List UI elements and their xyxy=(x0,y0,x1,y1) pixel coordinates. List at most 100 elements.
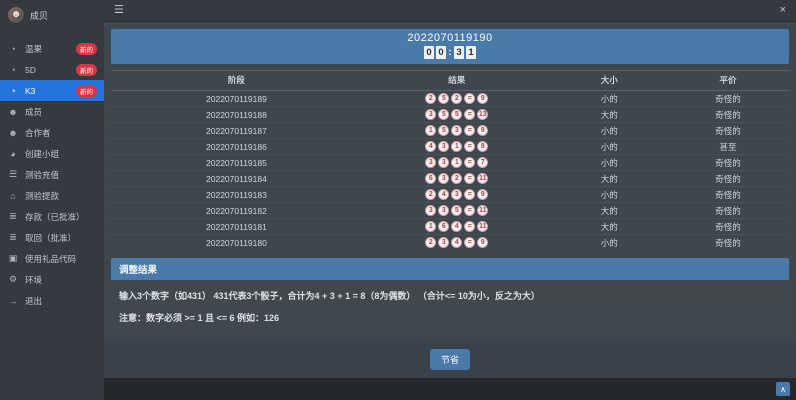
period-cell: 2022070119185 xyxy=(111,154,362,171)
period-cell: 2022070119182 xyxy=(111,202,362,219)
main-area: ☰ × 2022070119190 00:31 阶段 结果 大小 平价 2022… xyxy=(104,0,796,400)
equals-ball: = xyxy=(464,237,476,248)
sidebar-item-5[interactable]: ◕ 创建小组 xyxy=(0,143,104,164)
countdown-colon: : xyxy=(448,47,452,58)
countdown-digit: 3 xyxy=(454,46,464,59)
col-header-result: 结果 xyxy=(361,70,552,91)
sidebar-item-label: 5D xyxy=(25,64,36,75)
sidebar-item-label: 取回（批准） xyxy=(25,232,77,243)
results-table: 阶段 结果 大小 平价 2022070119189 2 5 2 = 9 小的 奇怪的 20220… xyxy=(111,70,789,250)
dice-ball: 9 xyxy=(477,189,489,200)
sidebar-item-9[interactable]: ≣ 取回（批准） xyxy=(0,227,104,248)
sidebar-item-7[interactable]: ⌂ 测验提款 xyxy=(0,185,104,206)
user-panel[interactable]: ☻ 成贝 xyxy=(0,0,104,32)
hamburger-icon[interactable]: ☰ xyxy=(114,5,124,16)
dice-ball: 2 xyxy=(425,189,437,200)
dice-ball: 8 xyxy=(477,141,489,152)
size-cell: 小的 xyxy=(600,93,618,104)
dice-ball: 1 xyxy=(425,125,437,136)
sidebar-item-label: 使用礼品代码 xyxy=(25,253,77,264)
result-row: 2022070119185 3 3 1 = 7 小的 奇怪的 xyxy=(111,154,789,171)
dice-ball: 11 xyxy=(477,173,489,184)
dice-ball: 11 xyxy=(477,205,489,216)
dice-result: 3 5 5 = 13 xyxy=(362,109,552,120)
period-cell: 2022070119180 xyxy=(111,234,362,250)
result-cell: 3 3 1 = 7 xyxy=(361,154,552,171)
parity-cell: 奇怪的 xyxy=(666,186,789,203)
period-cell: 2022070119184 xyxy=(111,170,362,187)
dice-ball: 5 xyxy=(438,93,450,104)
parity-cell: 奇怪的 xyxy=(666,218,789,235)
col-header-parity: 平价 xyxy=(666,70,789,91)
bars-icon: ☰ xyxy=(8,169,18,179)
period-cell: 2022070119187 xyxy=(111,122,362,139)
list-icon: ≣ xyxy=(9,232,17,242)
size-cell: 小的 xyxy=(551,186,667,203)
logout-icon: → xyxy=(8,295,18,306)
footer-bar: 节省 xyxy=(104,341,796,378)
dice-ball: 2 xyxy=(451,173,463,184)
dice-result: 3 3 5 = 11 xyxy=(362,205,552,216)
panel-body: 输入3个数字（如431） 431代表3个骰子，合计为4 + 3 + 1 = 8（… xyxy=(111,280,789,333)
dice-ball: 2 xyxy=(451,93,463,104)
dice-ball: 3 xyxy=(438,157,450,168)
sidebar-item-12[interactable]: → 退出 xyxy=(0,290,104,311)
gauge-icon: ◔ xyxy=(10,85,16,96)
sidebar-item-0[interactable]: ◔ 温果 新的 xyxy=(0,38,104,59)
size-cell: 大的 xyxy=(551,218,667,235)
gauge-icon: ◔ xyxy=(10,43,16,54)
dice-ball: 6 xyxy=(425,173,437,184)
result-cell: 4 3 1 = 8 xyxy=(361,138,552,155)
sidebar-item-label: 存款（已批准） xyxy=(25,211,85,222)
parity-cell: 奇怪的 xyxy=(666,234,789,250)
bank-icon: ⌂ xyxy=(10,190,16,201)
dice-result: 1 5 3 = 9 xyxy=(362,125,552,136)
top-navbar: ☰ × xyxy=(104,0,796,22)
partners-icon: ☻ xyxy=(8,127,18,138)
result-cell: 2 4 3 = 9 xyxy=(361,186,552,203)
sidebar-item-4[interactable]: ☻ 合作者 xyxy=(0,122,104,143)
result-row: 2022070119184 6 3 2 = 11 大的 奇怪的 xyxy=(111,170,789,187)
avatar: ☻ xyxy=(8,7,24,23)
current-period-banner: 2022070119190 00:31 xyxy=(111,29,789,64)
dice-result: 4 3 1 = 8 xyxy=(362,141,552,152)
sidebar-item-label: 测验提款 xyxy=(25,190,60,201)
period-cell: 2022070119183 xyxy=(111,186,362,203)
dice-result: 6 3 2 = 11 xyxy=(362,173,552,184)
pie-chart-icon: ◕ xyxy=(10,148,16,159)
size-cell: 小的 xyxy=(551,122,667,139)
equals-ball: = xyxy=(464,189,476,200)
dice-ball: 3 xyxy=(425,205,437,216)
parity-cell: 甚至 xyxy=(666,138,789,155)
sidebar-item-label: 环境 xyxy=(25,274,43,285)
equals-ball: = xyxy=(464,109,476,120)
user-name: 成贝 xyxy=(30,10,49,21)
close-icon[interactable]: × xyxy=(780,5,786,16)
sidebar: ☻ 成贝 ◔ 温果 新的 ◔ 5D 新的 ◔ K3 新的 ☻ 成员 ☻ 合作者 ◕ 创建小组 ☰ 测验充值 ⌂ 测验… xyxy=(0,0,104,400)
sidebar-item-6[interactable]: ☰ 测验充值 xyxy=(0,164,104,185)
dice-ball: 3 xyxy=(451,189,463,200)
sidebar-item-1[interactable]: ◔ 5D 新的 xyxy=(0,59,104,80)
save-button[interactable]: 节省 xyxy=(429,349,470,370)
dice-ball: 3 xyxy=(438,205,450,216)
sidebar-item-3[interactable]: ☻ 成员 xyxy=(0,101,104,122)
scroll-to-top-button[interactable]: ∧ xyxy=(776,382,790,396)
dice-ball: 5 xyxy=(451,205,463,216)
result-row: 2022070119189 2 5 2 = 9 小的 奇怪的 xyxy=(111,91,789,107)
dice-ball: 4 xyxy=(438,189,450,200)
dice-ball: 4 xyxy=(451,221,463,232)
sidebar-item-11[interactable]: ⚙ 环境 xyxy=(0,269,104,290)
equals-ball: = xyxy=(464,125,476,136)
sidebar-item-10[interactable]: ▣ 使用礼品代码 xyxy=(0,248,104,269)
sidebar-item-8[interactable]: ≣ 存款（已批准） xyxy=(0,206,104,227)
dice-ball: 3 xyxy=(451,125,463,136)
sidebar-item-label: 成员 xyxy=(25,106,43,117)
sidebar-item-label: 温果 xyxy=(25,43,43,54)
result-row: 2022070119187 1 5 3 = 9 小的 奇怪的 xyxy=(111,122,789,139)
result-row: 2022070119186 4 3 1 = 8 小的 甚至 xyxy=(111,138,789,155)
sidebar-item-2[interactable]: ◔ K3 新的 xyxy=(0,80,104,101)
bottom-bar: ∧ xyxy=(104,378,796,400)
dice-ball: 9 xyxy=(477,125,489,136)
period-cell: 2022070119189 xyxy=(206,93,267,104)
parity-cell: 奇怪的 xyxy=(666,106,789,123)
